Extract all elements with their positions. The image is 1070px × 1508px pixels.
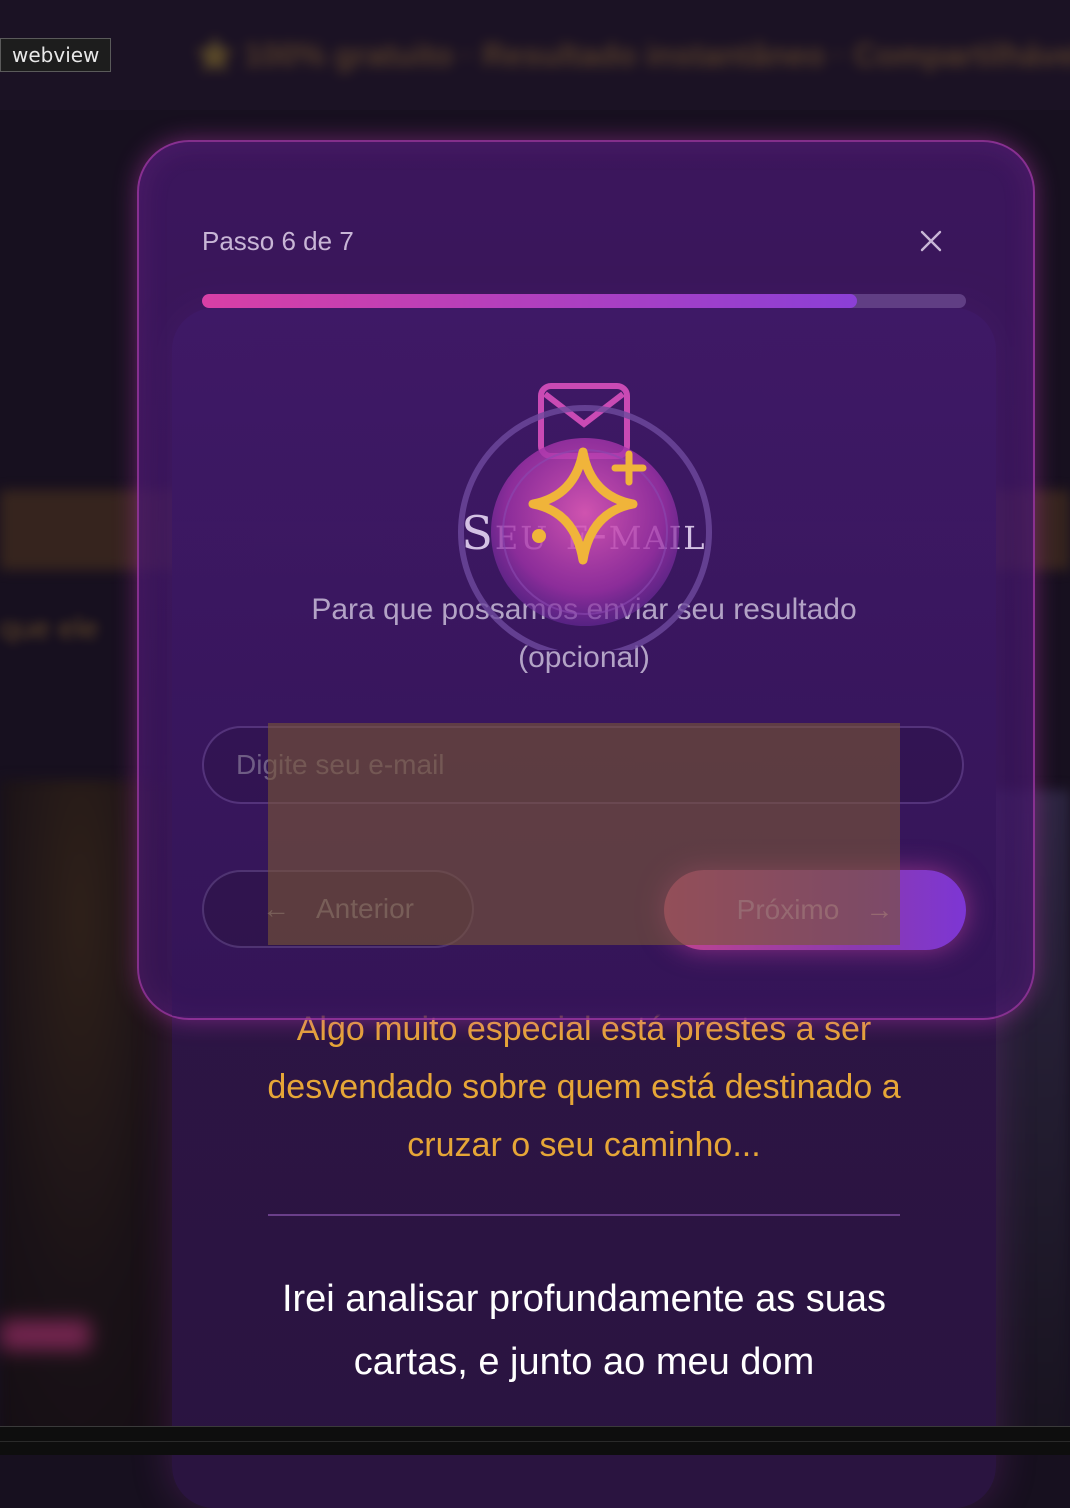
close-icon[interactable] [916, 226, 946, 256]
teaser-text: Algo muito especial está prestes a ser d… [267, 1010, 901, 1164]
webview-label: webview [0, 38, 112, 72]
progress-bar [202, 294, 966, 308]
email-field[interactable] [202, 726, 964, 804]
step-indicator: Passo 6 de 7 [202, 226, 354, 256]
background-banner: ⭐ 100% gratuito · Resultado instantâneo … [0, 0, 1070, 110]
step-title: Seu e-mail [461, 506, 707, 560]
body-text: Irei analisar profundamente as suas cart… [281, 1278, 887, 1383]
status-bar [0, 1426, 1070, 1455]
progress-fill [202, 294, 857, 308]
divider [268, 1214, 900, 1216]
background-banner-text: ⭐ 100% gratuito · Resultado instantâneo … [195, 37, 1070, 73]
arrow-left-icon: ← [261, 893, 290, 924]
next-button[interactable]: Próximo → [664, 870, 966, 950]
background-strip-text: que ele [0, 612, 99, 645]
previous-button[interactable]: ← Anterior [202, 870, 474, 948]
arrow-right-icon: → [865, 894, 894, 925]
previous-button-label: Anterior [315, 893, 415, 924]
step-subtitle: Para que possamos enviar seu resultado (… [311, 593, 857, 674]
next-button-label: Próximo [736, 894, 840, 925]
